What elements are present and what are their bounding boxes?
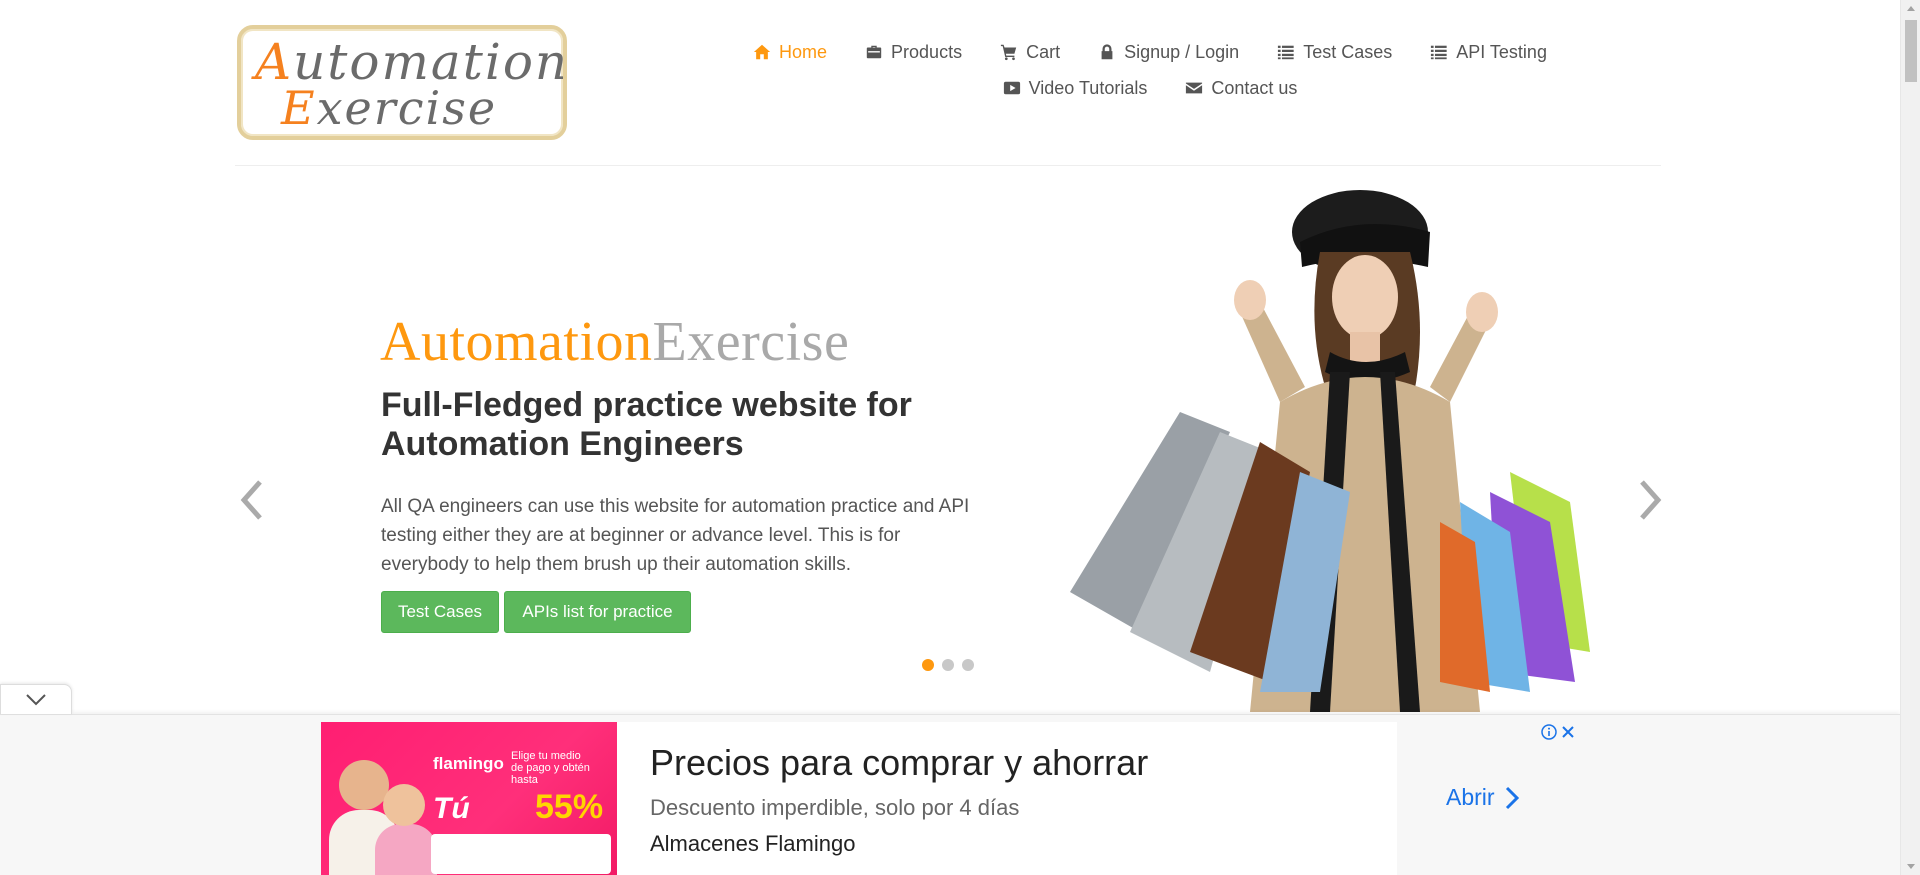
youtube-play-icon [1003,81,1020,95]
ad-open-label: Abrir [1446,784,1495,810]
chevron-down-icon [26,693,46,705]
scroll-down-arrow-icon[interactable] [1901,858,1920,875]
slider-heading: Full-Fledged practice website for Automa… [381,386,912,463]
ad-headline[interactable]: Precios para comprar y ahorrar [650,742,1148,784]
ad-image-tagline: Tú [433,792,470,825]
nav-label-test-cases: Test Cases [1303,41,1393,62]
slider-dot-3[interactable] [962,659,974,671]
list-icon [1431,45,1447,60]
chevron-left-icon [240,480,262,520]
nav-row-1: Home Products Cart Signup / Login Test C… [730,34,1570,70]
ad-collapse-toggle[interactable] [0,684,72,714]
nav-label-contact-us: Contact us [1211,77,1298,98]
nav-item-contact-us[interactable]: Contact us [1185,78,1297,99]
ad-banner[interactable]: flamingo Tú Elige tu medio de pago y obt… [321,722,1577,875]
slider-description: All QA engineers can use this website fo… [381,496,970,575]
ad-person-head [339,760,389,810]
ad-image[interactable]: flamingo Tú Elige tu medio de pago y obt… [321,722,617,875]
home-icon [753,44,771,60]
nav-item-video-tutorials[interactable]: Video Tutorials [1003,77,1148,99]
page-scrollbar[interactable] [1900,0,1920,875]
main-nav: Home Products Cart Signup / Login Test C… [730,34,1570,106]
nav-item-cart[interactable]: Cart [1000,42,1060,63]
nav-item-home[interactable]: Home [753,42,827,63]
header-divider [235,165,1661,166]
ad-close-icon[interactable] [1560,724,1576,740]
nav-label-api-testing: API Testing [1456,41,1547,62]
ad-image-promo: Elige tu medio de pago y obtén hasta [511,750,590,786]
hero-shopping-girl-image [1070,190,1590,712]
nav-item-test-cases[interactable]: Test Cases [1277,42,1392,63]
scroll-up-arrow-icon[interactable] [1901,0,1920,17]
ad-image-discount: 55% [535,788,604,826]
test-cases-button[interactable]: Test Cases [381,591,499,633]
nav-item-api-testing[interactable]: API Testing [1430,42,1547,63]
chevron-right-icon [1505,786,1519,809]
nav-label-products: Products [891,41,963,62]
ad-description: Descuento imperdible, solo por 4 días [650,795,1020,820]
slider-dot-1[interactable] [922,659,934,671]
ad-image-brand: flamingo [433,754,504,773]
briefcase-icon [866,45,882,59]
nav-item-signup-login[interactable]: Signup / Login [1098,42,1239,63]
slider-prev-arrow[interactable] [232,470,272,530]
slider-next-arrow[interactable] [1630,470,1670,530]
list-icon [1278,45,1294,60]
ad-person-body [375,824,437,875]
slider-title-part-b: Exercise [652,311,850,373]
slider-dot-2[interactable] [942,659,954,671]
slider-indicators [922,659,974,671]
ad-store-name: Almacenes Flamingo [650,831,856,856]
ad-info-icon[interactable] [1541,724,1557,740]
ad-image-payment-strip [431,834,611,874]
apis-list-button[interactable]: APIs list for practice [504,591,691,633]
nav-label-signup-login: Signup / Login [1124,41,1240,62]
site-logo[interactable]: Automation Exercise [237,25,567,140]
logo-line-2: Exercise [281,81,498,135]
nav-label-video-tutorials: Video Tutorials [1028,77,1148,98]
ad-open-button[interactable]: Abrir [1446,784,1519,811]
nav-row-2: Video Tutorials Contact us [730,70,1570,106]
ad-person-head [383,784,425,826]
scrollbar-thumb[interactable] [1905,20,1917,82]
nav-label-home: Home [779,41,828,62]
slider-brand-title: AutomationExercise [380,310,849,374]
lock-icon [1101,44,1113,60]
chevron-right-icon [1640,480,1662,520]
envelope-icon [1186,82,1203,94]
slider-title-part-a: Automation [380,311,653,373]
nav-label-cart: Cart [1026,41,1061,62]
cart-icon [1000,44,1017,61]
nav-item-products[interactable]: Products [865,42,962,63]
